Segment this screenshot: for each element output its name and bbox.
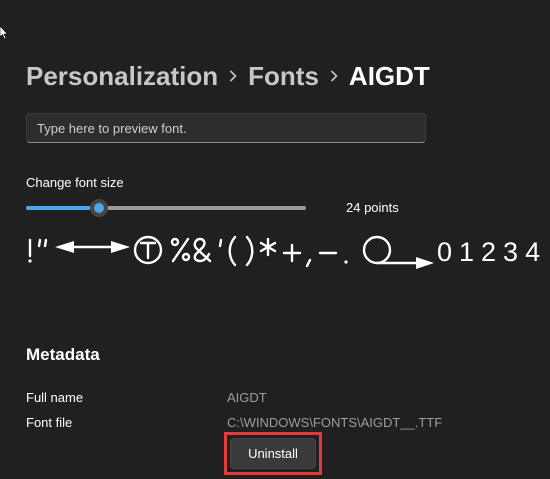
font-size-slider[interactable] — [26, 198, 306, 218]
glyph-preview-digits: 01234 — [437, 237, 547, 267]
mouse-cursor-icon — [0, 26, 8, 40]
font-glyph-preview: 01234 — [28, 235, 547, 269]
slider-thumb[interactable] — [89, 199, 108, 217]
font-file-value: C:\WINDOWS\FONTS\AIGDT__.TTF — [227, 415, 443, 430]
chevron-right-icon — [218, 70, 248, 82]
slider-fill — [26, 206, 99, 210]
font-file-label: Font file — [26, 415, 73, 430]
chevron-right-icon — [319, 70, 349, 82]
font-size-label: Change font size — [26, 175, 124, 190]
full-name-label: Full name — [26, 390, 84, 405]
uninstall-button[interactable]: Uninstall — [230, 438, 316, 469]
breadcrumb-item-personalization[interactable]: Personalization — [26, 61, 218, 92]
font-size-value: 24 points — [346, 200, 399, 215]
full-name-value: AIGDT — [227, 390, 267, 405]
breadcrumb: Personalization Fonts AIGDT — [26, 56, 430, 96]
metadata-heading: Metadata — [26, 345, 100, 364]
font-preview-input[interactable] — [26, 113, 426, 143]
breadcrumb-item-fonts[interactable]: Fonts — [248, 61, 319, 92]
page-title: AIGDT — [348, 60, 430, 91]
